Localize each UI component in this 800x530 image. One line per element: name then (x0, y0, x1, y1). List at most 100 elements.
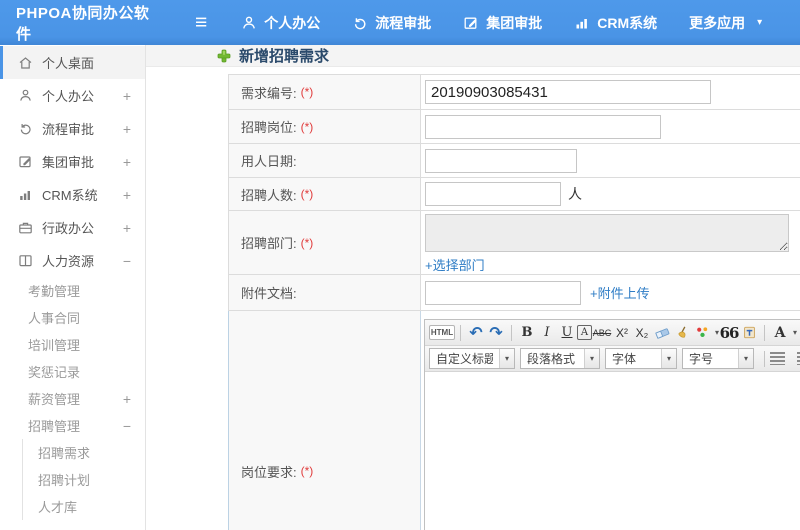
attachment-upload-link[interactable]: +附件上传 (590, 283, 650, 302)
top-navbar: PHPOA协同办公软件 ≡ 个人办公 流程审批 集团审批 CRM系统 更多应用 … (0, 0, 800, 45)
sidebar-item-personal-office[interactable]: 个人办公 + (0, 79, 145, 112)
editor-toolbar-row2: 自定义标题 ▾ 段落格式 ▾ 字体 ▾ 字号 ▾ (425, 346, 800, 372)
required-mark: (*) (300, 187, 314, 201)
strikethrough-button[interactable]: ABC (592, 323, 612, 343)
expand-plus-icon[interactable]: + (123, 154, 131, 170)
caret-down-icon: ▾ (661, 349, 676, 368)
form-row-job-requirements: 岗位要求: (*) HTML ↶ ↷ B I U A ABC X² X₂ ▾ 6… (228, 311, 800, 530)
form-row-headcount: 招聘人数: (*) 人 (228, 178, 800, 211)
nav-item-crm[interactable]: CRM系统 (574, 13, 657, 33)
form-row-hire-date: 用人日期: (228, 144, 800, 178)
main-content: 新增招聘需求 需求编号: (*) 招聘岗位: (146, 45, 800, 530)
field-label: 用人日期: (241, 154, 297, 169)
position-input[interactable] (425, 114, 661, 139)
expand-plus-icon[interactable]: + (123, 88, 131, 104)
paragraph-format-select[interactable]: 段落格式 ▾ (520, 348, 600, 369)
sidebar-item-recruit-demand[interactable]: 招聘需求 (23, 439, 145, 466)
superscript-button[interactable]: X² (612, 323, 632, 343)
select-department-link[interactable]: +选择部门 (425, 255, 485, 274)
sidebar-item-attendance[interactable]: 考勤管理 (0, 277, 145, 304)
nav-item-workflow-approval[interactable]: 流程审批 (352, 13, 431, 33)
nav-item-personal-office[interactable]: 个人办公 (241, 13, 320, 33)
sidebar-item-training[interactable]: 培训管理 (0, 331, 145, 358)
expand-plus-icon[interactable]: + (123, 220, 131, 236)
expand-plus-icon[interactable]: + (123, 391, 131, 407)
sidebar-item-rewards[interactable]: 奖惩记录 (0, 358, 145, 385)
sidebar-item-label: 流程审批 (42, 122, 95, 137)
sidebar-item-admin-office[interactable]: 行政办公 + (0, 211, 145, 244)
nav-item-group-approval[interactable]: 集团审批 (463, 13, 542, 33)
sidebar-hr-submenu: 考勤管理 人事合同 培训管理 奖惩记录 薪资管理 + 招聘管理 − 招聘需求 招… (0, 277, 145, 520)
person-icon (241, 15, 257, 31)
sidebar-item-recruit-mgmt[interactable]: 招聘管理 − (0, 412, 145, 439)
form-row-attachment: 附件文档: +附件上传 (228, 275, 800, 311)
align-left-icon[interactable] (770, 352, 785, 365)
book-icon (18, 253, 33, 268)
job-requirements-editor-area[interactable] (425, 372, 800, 530)
sidebar-item-label: CRM系统 (42, 188, 98, 203)
headcount-input[interactable] (425, 182, 561, 206)
font-family-select[interactable]: 字体 ▾ (605, 348, 677, 369)
form-row-position: 招聘岗位: (*) (228, 110, 800, 144)
nav-label: CRM系统 (597, 14, 658, 31)
collapse-minus-icon[interactable]: − (123, 253, 131, 269)
app-logo: PHPOA协同办公软件 (16, 4, 150, 43)
department-textarea[interactable] (425, 213, 789, 252)
field-label: 附件文档: (241, 286, 297, 301)
headcount-unit: 人 (568, 186, 582, 202)
clean-format-broom-icon[interactable] (672, 323, 692, 343)
nav-label: 流程审批 (375, 14, 432, 31)
rich-text-editor: HTML ↶ ↷ B I U A ABC X² X₂ ▾ 66 A ▾ 自定义标… (424, 319, 800, 530)
sidebar-item-hr[interactable]: 人力资源 − (0, 244, 145, 277)
subscript-button[interactable]: X₂ (632, 323, 652, 343)
bold-button[interactable]: B (517, 323, 537, 343)
form-row-demand-number: 需求编号: (*) (228, 75, 800, 110)
paste-text-icon[interactable] (739, 323, 759, 343)
font-color-button[interactable]: A (770, 323, 790, 343)
sidebar-item-workflow-approval[interactable]: 流程审批 + (0, 112, 145, 145)
eraser-icon[interactable] (652, 323, 672, 343)
home-icon (18, 55, 33, 70)
add-plus-icon (217, 49, 231, 63)
undo-icon[interactable]: ↶ (466, 323, 486, 343)
expand-plus-icon[interactable]: + (123, 121, 131, 137)
expand-plus-icon[interactable]: + (123, 187, 131, 203)
flow-icon (352, 15, 368, 31)
custom-title-select[interactable]: 自定义标题 ▾ (429, 348, 515, 369)
sidebar-item-salary[interactable]: 薪资管理 + (0, 385, 145, 412)
required-mark: (*) (300, 464, 314, 478)
caret-down-icon: ▾ (757, 17, 763, 28)
underline-button[interactable]: U (557, 323, 577, 343)
caret-down-icon: ▾ (584, 349, 599, 368)
sidebar-item-crm[interactable]: CRM系统 + (0, 178, 145, 211)
font-size-select[interactable]: 字号 ▾ (682, 348, 754, 369)
html-source-button[interactable]: HTML (429, 325, 455, 340)
sidebar-item-label: 行政办公 (42, 221, 95, 236)
person-icon (18, 88, 33, 103)
caret-down-icon[interactable]: ▾ (793, 328, 797, 337)
page-title: 新增招聘需求 (239, 48, 330, 65)
sidebar-item-hr-contract[interactable]: 人事合同 (0, 304, 145, 331)
nav-item-more-apps[interactable]: 更多应用 ▾ (689, 13, 762, 33)
sidebar-item-personal-desktop[interactable]: 个人桌面 (0, 46, 145, 79)
sidebar: 个人桌面 个人办公 + 流程审批 + 集团审批 + CRM系统 + 行政办公 +… (0, 45, 146, 530)
font-style-button[interactable]: A (577, 325, 592, 340)
blockquote-button[interactable]: 66 (719, 323, 740, 343)
sidebar-item-group-approval[interactable]: 集团审批 + (0, 145, 145, 178)
demand-number-input[interactable] (425, 80, 711, 104)
collapse-minus-icon[interactable]: − (123, 418, 131, 434)
caret-down-icon: ▾ (499, 349, 514, 368)
hamburger-icon[interactable]: ≡ (195, 12, 207, 33)
page-header: 新增招聘需求 (146, 45, 800, 67)
sidebar-item-recruit-plan[interactable]: 招聘计划 (23, 466, 145, 493)
required-mark: (*) (300, 119, 314, 134)
sidebar-item-label: 集团审批 (42, 155, 95, 170)
required-mark: (*) (300, 85, 314, 99)
field-label: 招聘人数: (241, 187, 297, 203)
attachment-input[interactable] (425, 280, 581, 305)
sidebar-item-talent-pool[interactable]: 人才库 (23, 493, 145, 520)
color-palette-icon[interactable] (692, 323, 712, 343)
hire-date-input[interactable] (425, 148, 577, 173)
redo-icon[interactable]: ↷ (486, 323, 506, 343)
italic-button[interactable]: I (537, 323, 557, 343)
